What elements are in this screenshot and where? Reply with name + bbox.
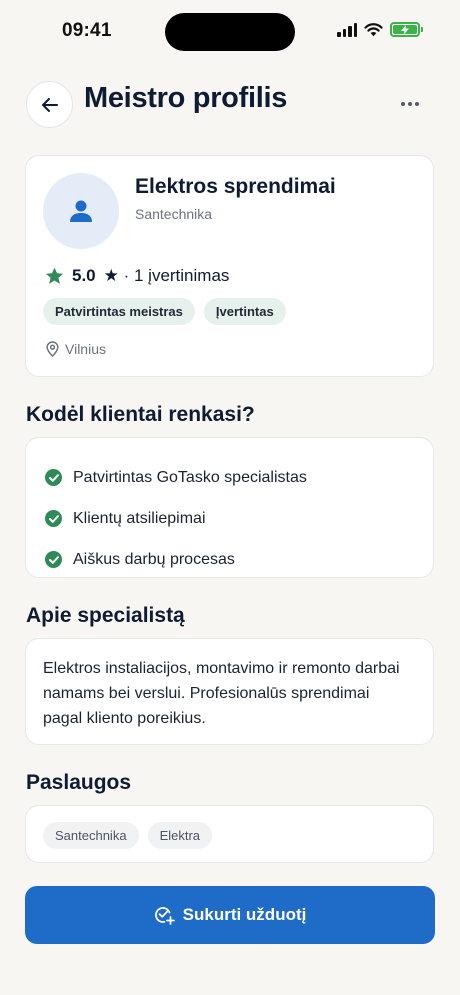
- status-icons: [337, 22, 423, 37]
- about-card: Elektros instaliacijos, montavimo ir rem…: [25, 638, 434, 745]
- check-circle-icon: [45, 469, 62, 486]
- status-time: 09:41: [62, 20, 112, 41]
- services-section-title: Paslaugos: [26, 771, 132, 794]
- service-tag-list: Santechnika Elektra: [43, 822, 213, 849]
- page-title: Meistro profilis: [84, 82, 288, 114]
- add-task-icon: [154, 907, 175, 925]
- why-item-label: Aiškus darbų procesas: [73, 550, 235, 568]
- wifi-icon: [364, 22, 383, 36]
- more-dots-icon: [401, 102, 405, 106]
- header: Meistro profilis: [26, 80, 434, 130]
- why-section-title: Kodėl klientai renkasi?: [26, 403, 255, 426]
- location-pin-icon: [46, 341, 59, 357]
- specialist-category: Santechnika: [135, 206, 213, 222]
- rating-count: ★ · 1 įvertinimas: [103, 266, 230, 285]
- verified-badge: Patvirtintas meistras: [43, 298, 195, 325]
- location-text: Vilnius: [65, 341, 106, 357]
- check-circle-icon: [45, 510, 62, 527]
- rating-row: 5.0 ★ · 1 įvertinimas: [45, 266, 229, 286]
- service-tag: Elektra: [147, 822, 213, 849]
- location-row: Vilnius: [46, 341, 106, 357]
- cellular-signal-icon: [337, 22, 357, 37]
- about-section-title: Apie specialistą: [26, 604, 185, 627]
- star-icon: [45, 267, 64, 285]
- about-text: Elektros instaliacijos, montavimo ir rem…: [43, 660, 400, 727]
- rated-badge: Įvertintas: [203, 298, 286, 325]
- services-card: Santechnika Elektra: [25, 805, 434, 863]
- why-list: Patvirtintas GoTasko specialistas Klient…: [45, 457, 307, 580]
- check-circle-icon: [45, 551, 62, 568]
- why-card: Patvirtintas GoTasko specialistas Klient…: [25, 437, 434, 578]
- status-bar: 09:41: [0, 0, 460, 64]
- list-item: Klientų atsiliepimai: [45, 498, 307, 539]
- avatar: [43, 173, 119, 249]
- more-options-button[interactable]: [400, 96, 420, 112]
- create-task-label: Sukurti užduotį: [182, 905, 307, 924]
- arrow-left-icon: [41, 97, 58, 112]
- service-tag: Santechnika: [43, 822, 139, 849]
- back-button[interactable]: [26, 81, 73, 128]
- profile-card: Elektros sprendimai Santechnika 5.0 ★ · …: [25, 155, 434, 377]
- person-icon: [70, 200, 92, 222]
- specialist-name: Elektros sprendimai: [135, 175, 336, 198]
- rating-value: 5.0: [72, 266, 96, 285]
- create-task-button[interactable]: Sukurti užduotį: [25, 886, 435, 944]
- why-item-label: Klientų atsiliepimai: [73, 509, 206, 527]
- dynamic-island: [165, 13, 295, 51]
- list-item: Patvirtintas GoTasko specialistas: [45, 457, 307, 498]
- list-item: Aiškus darbų procesas: [45, 539, 307, 580]
- why-item-label: Patvirtintas GoTasko specialistas: [73, 468, 307, 486]
- badge-list: Patvirtintas meistras Įvertintas: [43, 298, 286, 325]
- battery-charging-icon: [390, 22, 423, 37]
